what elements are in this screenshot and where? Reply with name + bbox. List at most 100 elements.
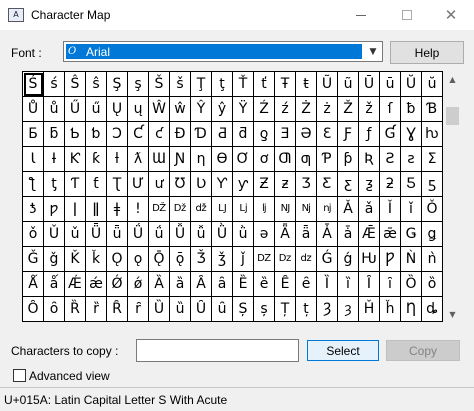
character-cell[interactable]: Ɨ	[44, 147, 65, 172]
character-cell[interactable]: ũ	[338, 72, 359, 97]
character-cell[interactable]: ƈ	[149, 122, 170, 147]
character-cell[interactable]: Ǯ	[191, 247, 212, 272]
advanced-view-checkbox[interactable]	[13, 369, 26, 382]
scroll-down-icon[interactable]: ▼	[444, 306, 461, 323]
character-cell[interactable]: ǥ	[422, 222, 443, 247]
character-cell[interactable]: Ǿ	[107, 272, 128, 297]
character-cell[interactable]: Ȕ	[149, 297, 170, 322]
character-cell[interactable]: Ţ	[191, 72, 212, 97]
character-cell[interactable]: Ɖ	[170, 122, 191, 147]
character-cell[interactable]: Ȇ	[275, 272, 296, 297]
character-cell[interactable]: Ǡ	[317, 222, 338, 247]
character-cell[interactable]: Ȓ	[107, 297, 128, 322]
character-cell[interactable]: ǿ	[128, 272, 149, 297]
character-cell[interactable]: Ǐ	[380, 197, 401, 222]
character-cell[interactable]: ǁ	[86, 197, 107, 222]
character-cell[interactable]: ƙ	[86, 147, 107, 172]
character-cell[interactable]: ţ	[212, 72, 233, 97]
character-cell[interactable]: Ǣ	[359, 222, 380, 247]
character-cell[interactable]: Ƭ	[65, 172, 86, 197]
character-cell[interactable]: Ț	[275, 297, 296, 322]
character-cell[interactable]: ǭ	[170, 247, 191, 272]
character-cell[interactable]: Ż	[296, 97, 317, 122]
maximize-button[interactable]	[384, 0, 430, 30]
character-cell[interactable]: Ơ	[233, 147, 254, 172]
character-cell[interactable]: ƣ	[296, 147, 317, 172]
character-cell[interactable]: ǯ	[212, 247, 233, 272]
character-cell[interactable]: ǜ	[233, 222, 254, 247]
character-cell[interactable]: ȑ	[86, 297, 107, 322]
character-cell[interactable]: Ɲ	[170, 147, 191, 172]
character-cell[interactable]: ǲ	[275, 247, 296, 272]
character-cell[interactable]: ƪ	[23, 172, 44, 197]
character-cell[interactable]: Ǉ	[212, 197, 233, 222]
character-cell[interactable]: Š	[149, 72, 170, 97]
character-cell[interactable]: ş	[128, 72, 149, 97]
character-cell[interactable]: ſ	[380, 97, 401, 122]
character-cell[interactable]: ǚ	[191, 222, 212, 247]
character-cell[interactable]: Ɵ	[212, 147, 233, 172]
character-cell[interactable]: ǡ	[338, 222, 359, 247]
character-cell[interactable]: ū	[380, 72, 401, 97]
character-cell[interactable]: Ɠ	[380, 122, 401, 147]
character-cell[interactable]: Ʋ	[191, 172, 212, 197]
character-cell[interactable]: ǒ	[23, 222, 44, 247]
character-cell[interactable]: Ƕ	[359, 247, 380, 272]
character-cell[interactable]: Ȉ	[317, 272, 338, 297]
character-cell[interactable]: ǉ	[254, 197, 275, 222]
character-cell[interactable]: Ȗ	[191, 297, 212, 322]
character-cell[interactable]: ǵ	[338, 247, 359, 272]
character-cell[interactable]: ś	[44, 72, 65, 97]
character-cell[interactable]: Ƣ	[275, 147, 296, 172]
character-cell[interactable]: Ƙ	[65, 147, 86, 172]
character-cell[interactable]: Ȁ	[149, 272, 170, 297]
character-cell[interactable]: Ƅ	[65, 122, 86, 147]
grid-scrollbar[interactable]: ▲ ▼	[444, 71, 461, 323]
character-cell[interactable]: Ɓ	[422, 97, 443, 122]
character-cell[interactable]: Ť	[233, 72, 254, 97]
character-cell[interactable]: ŵ	[170, 97, 191, 122]
character-cell[interactable]: ǩ	[86, 247, 107, 272]
character-cell[interactable]: Ȑ	[65, 297, 86, 322]
character-cell[interactable]: Ŷ	[191, 97, 212, 122]
character-cell[interactable]: ȅ	[254, 272, 275, 297]
character-cell[interactable]: Ʒ	[296, 172, 317, 197]
character-cell[interactable]: ȝ	[338, 297, 359, 322]
character-cell[interactable]: Ȅ	[233, 272, 254, 297]
close-button[interactable]: ✕	[428, 0, 474, 30]
character-cell[interactable]: Ŧ	[275, 72, 296, 97]
character-cell[interactable]: ƚ	[107, 147, 128, 172]
character-cell[interactable]: ǹ	[422, 247, 443, 272]
advanced-view-label[interactable]: Advanced view	[29, 369, 110, 383]
character-cell[interactable]: ȡ	[422, 297, 443, 322]
character-cell[interactable]: ƍ	[254, 122, 275, 147]
character-cell[interactable]: Ƒ	[338, 122, 359, 147]
character-cell[interactable]: Ƴ	[212, 172, 233, 197]
character-cell[interactable]: Ʊ	[170, 172, 191, 197]
character-cell[interactable]: Ƈ	[128, 122, 149, 147]
character-cell[interactable]: ǃ	[128, 197, 149, 222]
character-cell[interactable]: Ƨ	[380, 147, 401, 172]
character-cell[interactable]: Ȏ	[23, 297, 44, 322]
character-cell[interactable]: ǀ	[65, 197, 86, 222]
character-cell[interactable]: ȍ	[422, 272, 443, 297]
character-cell[interactable]: Ƿ	[380, 247, 401, 272]
character-cell[interactable]: Ȟ	[359, 297, 380, 322]
character-cell[interactable]: Ś	[23, 72, 44, 97]
character-cell[interactable]: Ǟ	[275, 222, 296, 247]
character-cell[interactable]: ȓ	[128, 297, 149, 322]
character-cell[interactable]: ƃ	[44, 122, 65, 147]
character-cell[interactable]: ǂ	[107, 197, 128, 222]
character-cell[interactable]: Ǩ	[65, 247, 86, 272]
character-cell[interactable]: ƴ	[233, 172, 254, 197]
character-cell[interactable]: ǳ	[296, 247, 317, 272]
character-cell[interactable]: Ƶ	[254, 172, 275, 197]
character-cell[interactable]: ť	[254, 72, 275, 97]
character-cell[interactable]: Ǳ	[254, 247, 275, 272]
character-cell[interactable]: Ɩ	[23, 147, 44, 172]
character-cell[interactable]: ƹ	[338, 172, 359, 197]
character-cell[interactable]: Ș	[233, 297, 254, 322]
character-cell[interactable]: Ɯ	[149, 147, 170, 172]
minimize-button[interactable]	[338, 0, 384, 30]
character-cell[interactable]: Ǵ	[317, 247, 338, 272]
